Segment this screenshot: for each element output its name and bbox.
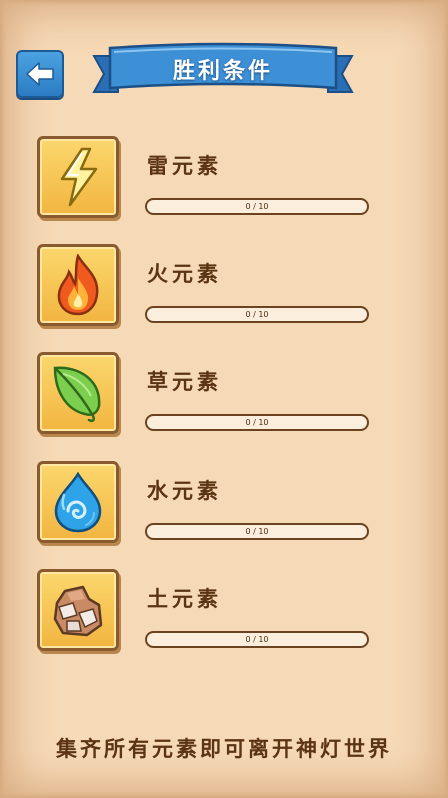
element-row-thunder: 雷元素 0 / 10 <box>37 136 377 222</box>
progress-text: 0 / 10 <box>245 310 269 319</box>
element-name: 水元素 <box>147 478 222 503</box>
title-ribbon: 胜利条件 <box>92 42 354 100</box>
element-name: 草元素 <box>147 369 222 394</box>
element-name: 火元素 <box>147 261 222 286</box>
progress-bar: 0 / 10 <box>145 414 369 431</box>
progress-text: 0 / 10 <box>245 202 269 211</box>
element-icon-box <box>37 352 119 434</box>
progress-text: 0 / 10 <box>245 635 269 644</box>
element-name: 雷元素 <box>147 153 222 178</box>
back-button[interactable] <box>16 50 64 98</box>
page-title: 胜利条件 <box>172 59 273 84</box>
element-row-water: 水元素 0 / 10 <box>37 461 377 547</box>
rock-icon <box>53 585 103 637</box>
victory-hint-text: 集齐所有元素即可离开神灯世界 <box>56 736 392 761</box>
element-icon-box <box>37 569 119 651</box>
arrow-left-icon <box>26 62 54 86</box>
progress-text: 0 / 10 <box>245 418 269 427</box>
water-drop-icon <box>54 471 102 533</box>
progress-bar: 0 / 10 <box>145 306 369 323</box>
progress-bar: 0 / 10 <box>145 198 369 215</box>
leaf-icon <box>53 366 101 423</box>
element-row-grass: 草元素 0 / 10 <box>37 352 377 438</box>
element-icon-box <box>37 136 119 218</box>
element-row-fire: 火元素 0 / 10 <box>37 244 377 330</box>
lightning-icon <box>60 147 98 207</box>
element-name: 土元素 <box>147 586 222 611</box>
progress-text: 0 / 10 <box>245 527 269 536</box>
element-icon-box <box>37 244 119 326</box>
element-icon-box <box>37 461 119 543</box>
progress-bar: 0 / 10 <box>145 523 369 540</box>
progress-bar: 0 / 10 <box>145 631 369 648</box>
fire-icon <box>57 254 99 316</box>
element-row-earth: 土元素 0 / 10 <box>37 569 377 655</box>
